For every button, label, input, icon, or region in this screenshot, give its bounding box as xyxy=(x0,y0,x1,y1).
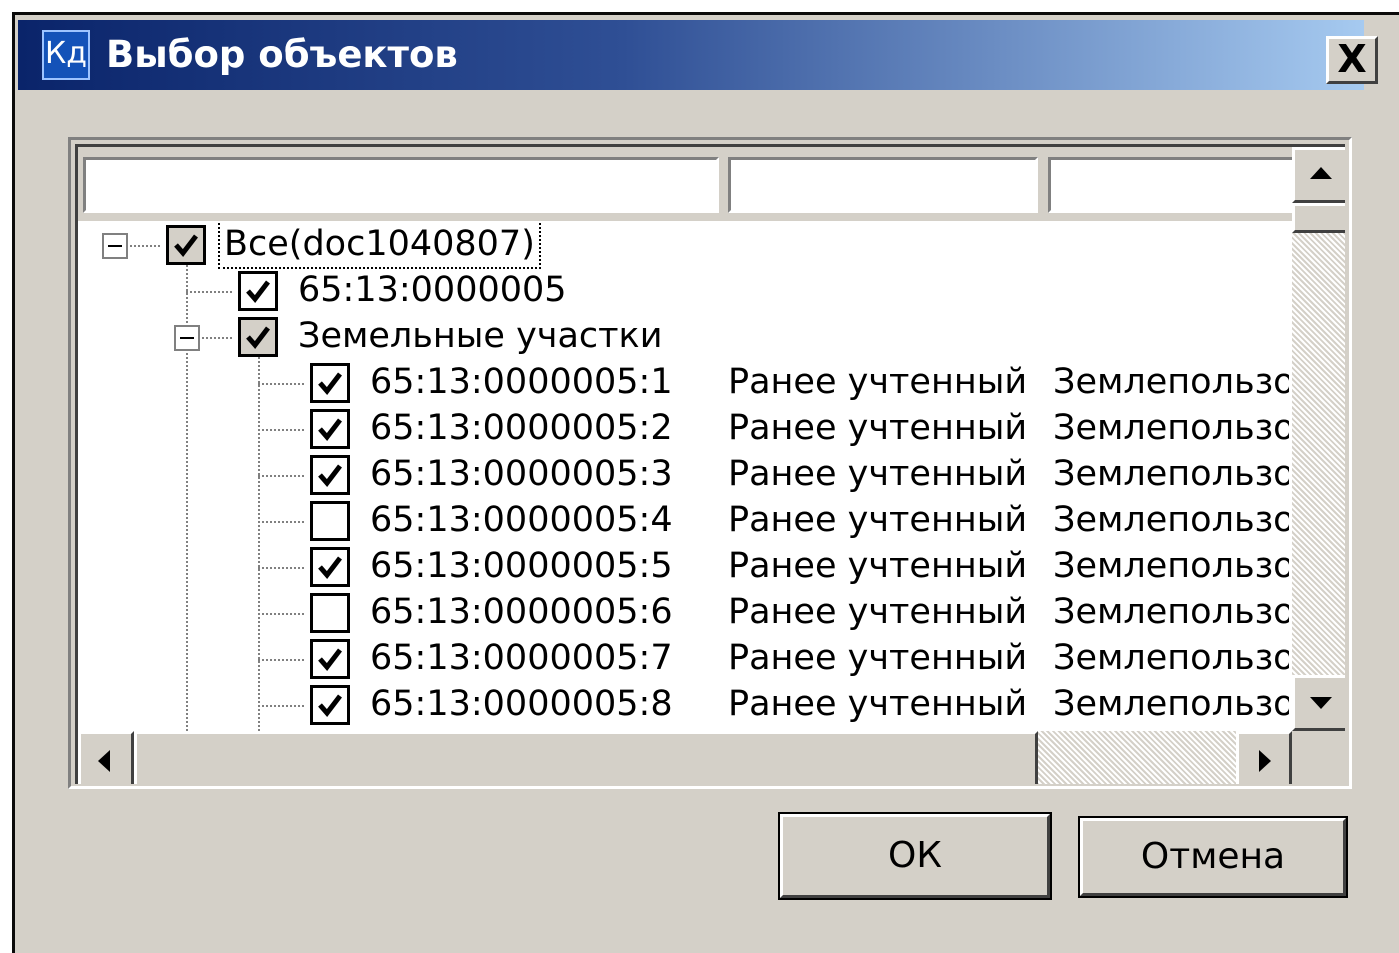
collapse-icon[interactable] xyxy=(174,325,200,351)
root-label: Все(doc1040807) xyxy=(218,221,541,269)
check-icon xyxy=(318,556,342,579)
parcel-checkbox[interactable] xyxy=(310,593,350,633)
parcel-status: Ранее учтенный xyxy=(728,408,1028,448)
tree-line xyxy=(258,705,304,707)
check-icon xyxy=(318,648,342,671)
horizontal-scroll-thumb[interactable] xyxy=(134,731,1038,784)
down-arrow-icon xyxy=(1310,697,1332,709)
root-checkbox[interactable] xyxy=(166,225,206,265)
tree-line xyxy=(258,475,304,477)
tree-line xyxy=(258,613,304,615)
parcel-status: Ранее учтенный xyxy=(728,638,1028,678)
parcel-type: Землепользо xyxy=(1053,546,1289,586)
scroll-down-button[interactable] xyxy=(1292,675,1345,731)
parcel-number: 65:13:0000005:2 xyxy=(370,408,673,448)
tree-row-parcel[interactable]: 65:13:0000005:6 Ранее учтенный Землепользо xyxy=(78,589,1292,635)
parcel-status: Ранее учтенный xyxy=(728,592,1028,632)
title-bar[interactable]: Кд Выбор объектов xyxy=(18,20,1364,90)
tree-row-parcel[interactable]: 65:13:0000005:8 Ранее учтенный Землепользо xyxy=(78,681,1292,727)
scroll-left-button[interactable] xyxy=(78,731,134,784)
objects-list-panel: Все(doc1040807) 65:13:0000005 Земельные … xyxy=(68,137,1352,789)
window-title: Выбор объектов xyxy=(106,33,458,76)
tree-row-parcel[interactable]: 65:13:0000005:4 Ранее учтенный Землепользо xyxy=(78,497,1292,543)
parcel-status: Ранее учтенный xyxy=(728,454,1028,494)
parcel-checkbox[interactable] xyxy=(310,363,350,403)
block-label: 65:13:0000005 xyxy=(298,270,567,310)
parcel-number: 65:13:0000005:1 xyxy=(370,362,673,402)
parcel-type: Землепользо xyxy=(1053,362,1289,402)
tree-row-root[interactable]: Все(doc1040807) xyxy=(78,221,1292,269)
filter-input-number[interactable] xyxy=(81,155,721,215)
check-icon xyxy=(246,280,270,303)
tree-line xyxy=(186,291,232,293)
parcel-number: 65:13:0000005:8 xyxy=(370,684,673,724)
parcel-number: 65:13:0000005:3 xyxy=(370,454,673,494)
tree-row-group[interactable]: Земельные участки xyxy=(78,313,1292,359)
tree-line xyxy=(202,337,232,339)
tree-line xyxy=(258,429,304,431)
parcel-type: Землепользо xyxy=(1053,638,1289,678)
parcel-status: Ранее учтенный xyxy=(728,500,1028,540)
tree-row-parcel[interactable]: 65:13:0000005:5 Ранее учтенный Землепользо xyxy=(78,543,1292,589)
horizontal-scrollbar[interactable] xyxy=(78,731,1292,784)
parcel-number: 65:13:0000005:7 xyxy=(370,638,673,678)
cancel-button[interactable]: Отмена xyxy=(1078,816,1348,898)
tree-line xyxy=(258,659,304,661)
check-icon xyxy=(246,326,270,349)
parcel-type: Землепользо xyxy=(1053,408,1289,448)
parcel-type: Землепользо xyxy=(1053,592,1289,632)
scroll-up-button[interactable] xyxy=(1292,147,1345,203)
parcel-type: Землепользо xyxy=(1053,454,1289,494)
group-checkbox[interactable] xyxy=(238,317,278,357)
tree-row-parcel[interactable]: 65:13:0000005:7 Ранее учтенный Землепользо xyxy=(78,635,1292,681)
tree-line xyxy=(258,521,304,523)
ok-button[interactable]: ОК xyxy=(778,812,1052,900)
parcel-status: Ранее учтенный xyxy=(728,546,1028,586)
check-icon xyxy=(174,234,198,257)
parcel-type: Землепользо xyxy=(1053,500,1289,540)
tree-row-parcel[interactable]: 65:13:0000005:3 Ранее учтенный Землепользо xyxy=(78,451,1292,497)
parcel-checkbox[interactable] xyxy=(310,409,350,449)
vertical-scroll-thumb[interactable] xyxy=(1292,203,1345,233)
close-button[interactable]: X xyxy=(1326,36,1378,84)
check-icon xyxy=(318,464,342,487)
up-arrow-icon xyxy=(1310,167,1332,179)
tree-row-parcel[interactable]: 65:13:0000005:2 Ранее учтенный Землепользо xyxy=(78,405,1292,451)
filter-header xyxy=(78,147,1310,221)
parcel-number: 65:13:0000005:4 xyxy=(370,500,673,540)
parcel-checkbox[interactable] xyxy=(310,547,350,587)
app-icon: Кд xyxy=(42,30,90,80)
parcel-number: 65:13:0000005:5 xyxy=(370,546,673,586)
left-arrow-icon xyxy=(98,750,110,772)
block-checkbox[interactable] xyxy=(238,271,278,311)
scroll-right-button[interactable] xyxy=(1236,731,1292,784)
parcel-checkbox[interactable] xyxy=(310,639,350,679)
parcel-status: Ранее учтенный xyxy=(728,684,1028,724)
group-label: Земельные участки xyxy=(298,316,663,356)
right-arrow-icon xyxy=(1259,750,1271,772)
objects-tree-view: Все(doc1040807) 65:13:0000005 Земельные … xyxy=(75,144,1345,784)
check-icon xyxy=(318,418,342,441)
parcel-number: 65:13:0000005:6 xyxy=(370,592,673,632)
scrollbar-corner xyxy=(1292,731,1345,784)
tree-row-block[interactable]: 65:13:0000005 xyxy=(78,267,1292,313)
tree-line xyxy=(258,567,304,569)
tree-line xyxy=(130,245,160,247)
collapse-icon[interactable] xyxy=(102,233,128,259)
check-icon xyxy=(318,694,342,717)
parcel-type: Землепользо xyxy=(1053,684,1289,724)
parcel-checkbox[interactable] xyxy=(310,685,350,725)
tree-row-parcel[interactable]: 65:13:0000005:1 Ранее учтенный Землепользо xyxy=(78,359,1292,405)
parcel-status: Ранее учтенный xyxy=(728,362,1028,402)
check-icon xyxy=(318,372,342,395)
tree-line xyxy=(258,383,304,385)
filter-input-type[interactable] xyxy=(1046,155,1310,215)
tree-content: Все(doc1040807) 65:13:0000005 Земельные … xyxy=(78,221,1292,731)
parcel-checkbox[interactable] xyxy=(310,501,350,541)
parcel-checkbox[interactable] xyxy=(310,455,350,495)
filter-input-status[interactable] xyxy=(726,155,1040,215)
vertical-scrollbar[interactable] xyxy=(1292,147,1345,731)
